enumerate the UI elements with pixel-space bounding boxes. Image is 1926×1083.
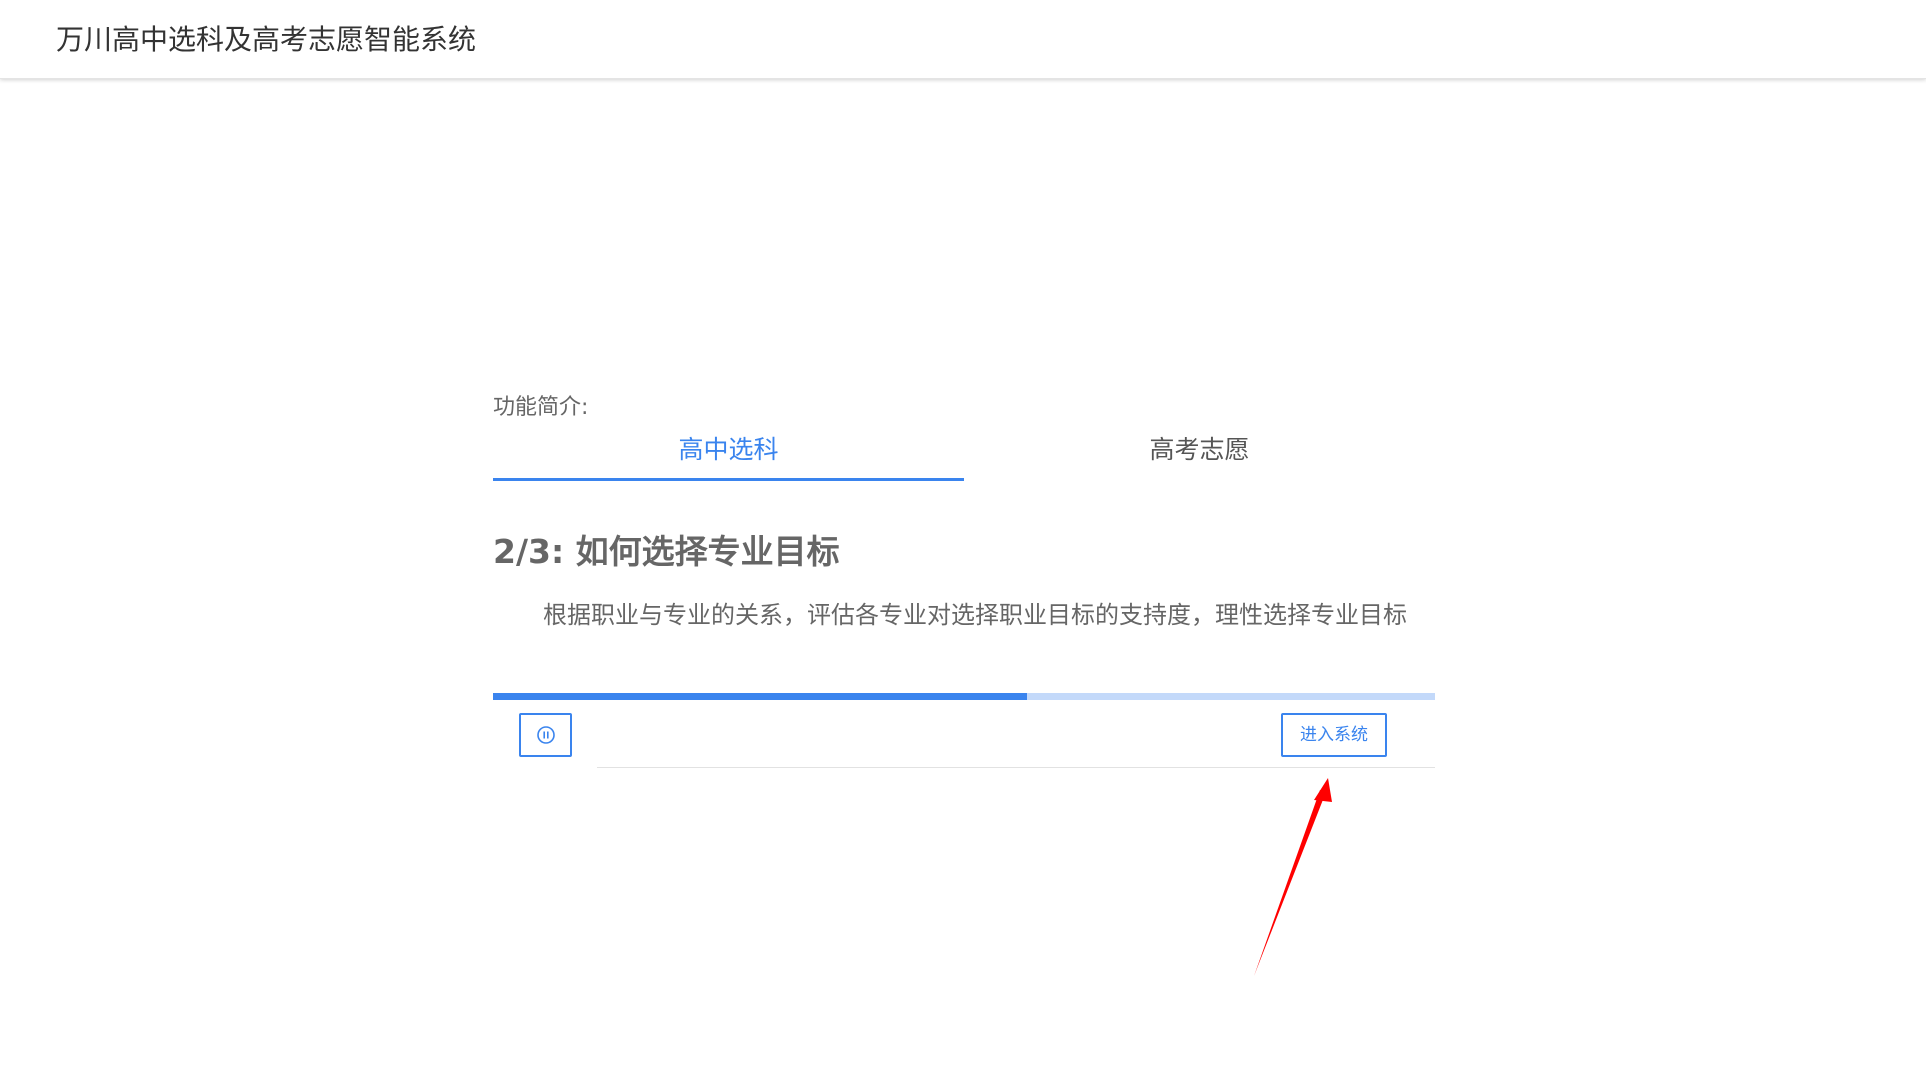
tab-subject-selection[interactable]: 高中选科: [493, 432, 964, 481]
top-header: 万川高中选科及高考志愿智能系统: [0, 0, 1926, 79]
intro-label: 功能简介:: [493, 395, 589, 420]
red-annotation-arrow-icon: [1254, 778, 1332, 976]
step-description: 根据职业与专业的关系，评估各专业对选择职业目标的支持度，理性选择专业目标: [543, 601, 1407, 629]
tab-bar: 高中选科 高考志愿: [493, 432, 1435, 482]
app-title: 万川高中选科及高考志愿智能系统: [56, 23, 477, 56]
pause-circle-icon: [537, 726, 555, 744]
progress-fill: [493, 693, 1028, 700]
pause-button[interactable]: [519, 713, 572, 757]
progress-bar[interactable]: [493, 693, 1435, 700]
step-title: 2/3: 如何选择专业目标: [493, 532, 840, 571]
divider: [597, 767, 1435, 768]
enter-system-button[interactable]: 进入系统: [1281, 713, 1387, 757]
tab-college-application[interactable]: 高考志愿: [964, 432, 1435, 480]
